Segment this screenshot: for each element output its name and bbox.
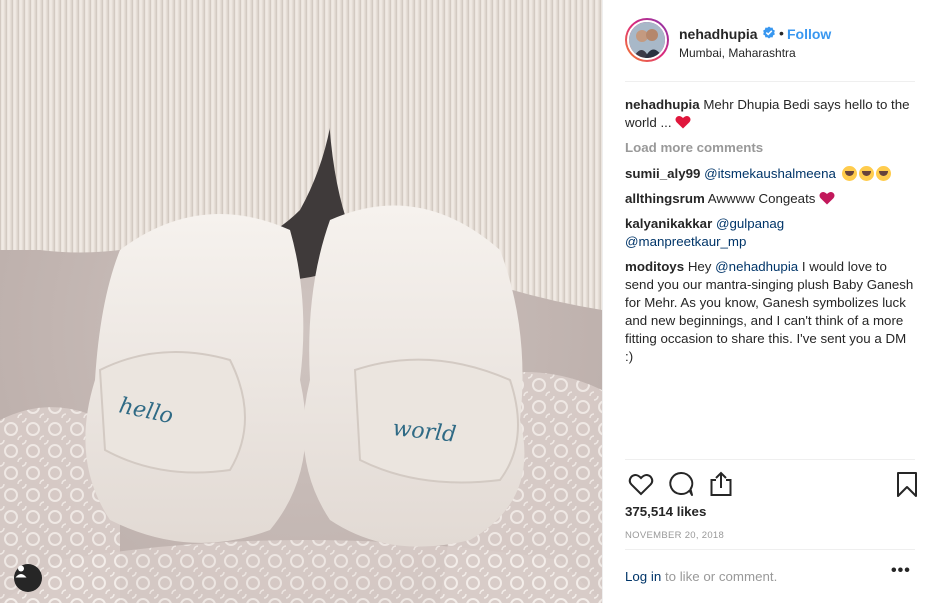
baby-feet-photo: hello world xyxy=(0,0,602,603)
header-divider xyxy=(625,81,915,82)
comment-text: Awwww Congeats xyxy=(707,191,816,206)
user-tag-button[interactable] xyxy=(14,564,42,592)
caption: nehadhupia Mehr Dhupia Bedi says hello t… xyxy=(625,96,917,132)
comment-item: allthingsrum Awwww Congeats xyxy=(625,190,917,208)
heart-outline-icon[interactable] xyxy=(627,470,655,498)
user-tag-icon xyxy=(15,565,27,578)
red-heart-emoji-icon xyxy=(675,116,691,129)
login-link[interactable]: Log in xyxy=(625,569,661,584)
follow-button[interactable]: Follow xyxy=(787,26,831,42)
red-heart-emoji-icon xyxy=(819,192,835,205)
avatar[interactable] xyxy=(625,18,669,62)
avatar-photo xyxy=(629,22,665,58)
load-more-comments-button[interactable]: Load more comments xyxy=(625,139,917,157)
comment-mention[interactable]: @gulpanag xyxy=(716,216,784,231)
laughing-emoji-icon xyxy=(841,166,857,181)
comment-mention[interactable]: @itsmekaushalmeena xyxy=(704,166,836,181)
comment-author[interactable]: allthingsrum xyxy=(625,191,705,206)
more-options-button[interactable]: ••• xyxy=(891,562,913,582)
post-photo[interactable]: hello world xyxy=(0,0,602,603)
caption-author[interactable]: nehadhupia xyxy=(625,97,700,112)
post-side-panel: nehadhupia • Follow Mumbai, Maharashtra … xyxy=(602,0,939,603)
comment-author[interactable]: kalyanikakkar xyxy=(625,216,712,231)
comment-item: sumii_aly99 @itsmekaushalmeena xyxy=(625,165,917,183)
post-header: nehadhupia • Follow Mumbai, Maharashtra xyxy=(603,0,939,82)
comment-text: I would love to send you our mantra-sing… xyxy=(625,259,914,364)
post-location[interactable]: Mumbai, Maharashtra xyxy=(679,46,796,60)
laughing-emoji-icon xyxy=(875,166,891,181)
action-bar xyxy=(625,468,921,498)
instagram-post: hello world nehadhupia • Follow Mumbai, … xyxy=(0,0,939,603)
comment-author[interactable]: moditoys xyxy=(625,259,684,274)
login-prompt: Log in to like or comment. xyxy=(625,569,917,584)
laughing-emoji-icon xyxy=(858,166,874,181)
comments-list: nehadhupia Mehr Dhupia Bedi says hello t… xyxy=(625,96,917,373)
bookmark-icon[interactable] xyxy=(893,470,921,498)
actions-divider xyxy=(625,459,915,460)
post-date[interactable]: NOVEMBER 20, 2018 xyxy=(625,530,724,541)
share-upload-icon[interactable] xyxy=(707,470,735,498)
comment-text-prefix: Hey xyxy=(687,259,712,274)
comment-item: moditoys Hey @nehadhupia I would love to… xyxy=(625,258,917,366)
comment-mention[interactable]: @manpreetkaur_mp xyxy=(625,234,746,249)
verified-badge-icon xyxy=(763,26,775,39)
speech-bubble-icon[interactable] xyxy=(667,470,695,498)
comment-mention[interactable]: @nehadhupia xyxy=(715,259,798,274)
comment-author[interactable]: sumii_aly99 xyxy=(625,166,700,181)
header-username[interactable]: nehadhupia xyxy=(679,26,758,42)
header-separator: • xyxy=(779,25,784,41)
comment-item: kalyanikakkar @gulpanag @manpreetkaur_mp xyxy=(625,215,917,251)
login-suffix: to like or comment. xyxy=(664,569,778,584)
like-count[interactable]: 375,514 likes xyxy=(625,504,706,519)
footer-divider xyxy=(625,549,915,550)
